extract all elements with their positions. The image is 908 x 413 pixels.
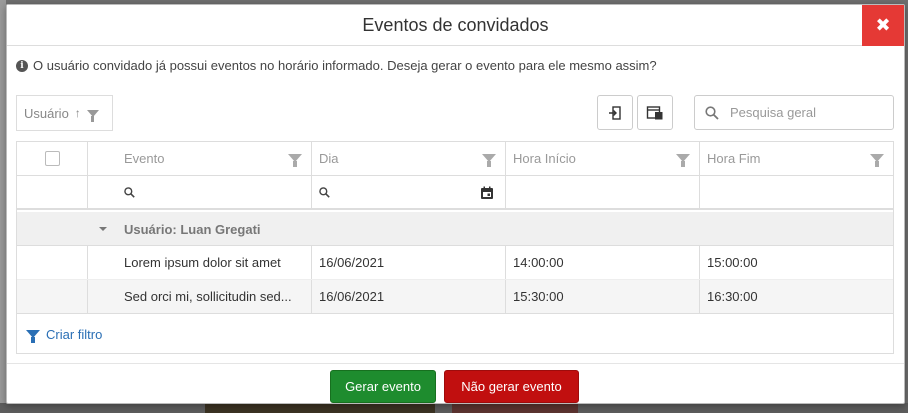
select-all-checkbox[interactable] [44,151,60,166]
dont-generate-event-button[interactable]: Não gerar evento [444,370,579,403]
grid-footer: Criar filtro [17,314,893,354]
filter-evento-input[interactable] [88,176,312,208]
column-header-label: Evento [124,151,165,166]
filter-dia-input[interactable] [312,176,506,208]
events-grid: Evento Dia Hora Início Hora Fim Usuário:… [16,141,894,354]
filter-icon[interactable] [86,109,99,122]
column-header-hora-fim[interactable]: Hora Fim [700,142,893,175]
group-by-label: Usuário [24,105,69,121]
cell-hora-inicio: 14:00:00 [506,246,700,279]
select-all-cell [17,142,88,175]
grid-filter-row [17,176,893,210]
cell-hora-fim: 16:30:00 [707,289,758,304]
cell-dia: 16/06/2021 [312,280,506,313]
column-header-label: Hora Fim [707,151,761,166]
generate-event-button[interactable]: Gerar evento [330,370,436,403]
cell-evento: Sed orci mi, sollicitudin sed... [88,280,312,313]
cell-hora-inicio: 15:30:00 [506,280,700,313]
info-message: i O usuário convidado já possui eventos … [16,58,657,73]
column-filter-icon[interactable] [676,154,690,167]
table-row[interactable]: Sed orci mi, sollicitudin sed... 16/06/2… [17,280,893,314]
filter-icon [26,330,40,343]
filter-hora-fim-input[interactable] [700,176,893,208]
group-row[interactable]: Usuário: Luan Gregati [17,212,893,246]
export-icon [609,105,621,120]
filter-cell-empty [17,176,88,208]
column-filter-icon[interactable] [870,154,884,167]
dialog-footer: Gerar evento Não gerar evento [7,363,904,404]
close-button[interactable]: ✖ [862,5,904,46]
search-icon [705,105,719,120]
columns-layout-icon [646,105,663,119]
search-icon [319,186,330,198]
column-filter-icon[interactable] [288,154,302,167]
column-header-label: Hora Início [513,151,576,166]
column-header-label: Dia [319,151,339,166]
filter-hora-inicio-input[interactable] [506,176,700,208]
cell-hora-fim: 15:00:00 [707,255,758,270]
calendar-icon[interactable] [480,186,494,200]
info-message-text: O usuário convidado já possui eventos no… [33,58,657,73]
cell-dia: 16/06/2021 [312,246,506,279]
dialog-header: Eventos de convidados ✖ [7,5,904,46]
guest-events-dialog: Eventos de convidados ✖ i O usuário conv… [6,4,905,404]
create-filter-link[interactable]: Criar filtro [26,314,102,354]
group-label: Usuário: Luan Gregati [124,221,261,237]
info-icon: i [16,59,28,72]
backdrop-thumbnail [452,404,578,413]
column-header-dia[interactable]: Dia [312,142,506,175]
backdrop-thumbnail [205,404,435,413]
collapse-caret-icon[interactable] [99,227,107,231]
export-button[interactable] [597,95,633,130]
row-select-cell[interactable] [17,280,88,313]
search-icon [124,186,135,198]
column-header-evento[interactable]: Evento [88,142,312,175]
column-filter-icon[interactable] [482,154,496,167]
group-by-chip[interactable]: Usuário ↑ [16,95,113,131]
search-input[interactable] [728,104,878,121]
global-search[interactable] [694,95,894,130]
columns-button[interactable] [637,95,673,130]
table-row[interactable]: Lorem ipsum dolor sit amet 16/06/2021 14… [17,246,893,280]
cell-evento: Lorem ipsum dolor sit amet [88,246,312,279]
column-header-hora-inicio[interactable]: Hora Início [506,142,700,175]
dialog-title: Eventos de convidados [362,15,549,35]
sort-ascending-icon[interactable]: ↑ [75,106,81,120]
row-select-cell[interactable] [17,246,88,279]
create-filter-label: Criar filtro [46,326,103,342]
grid-header-row: Evento Dia Hora Início Hora Fim [17,142,893,176]
